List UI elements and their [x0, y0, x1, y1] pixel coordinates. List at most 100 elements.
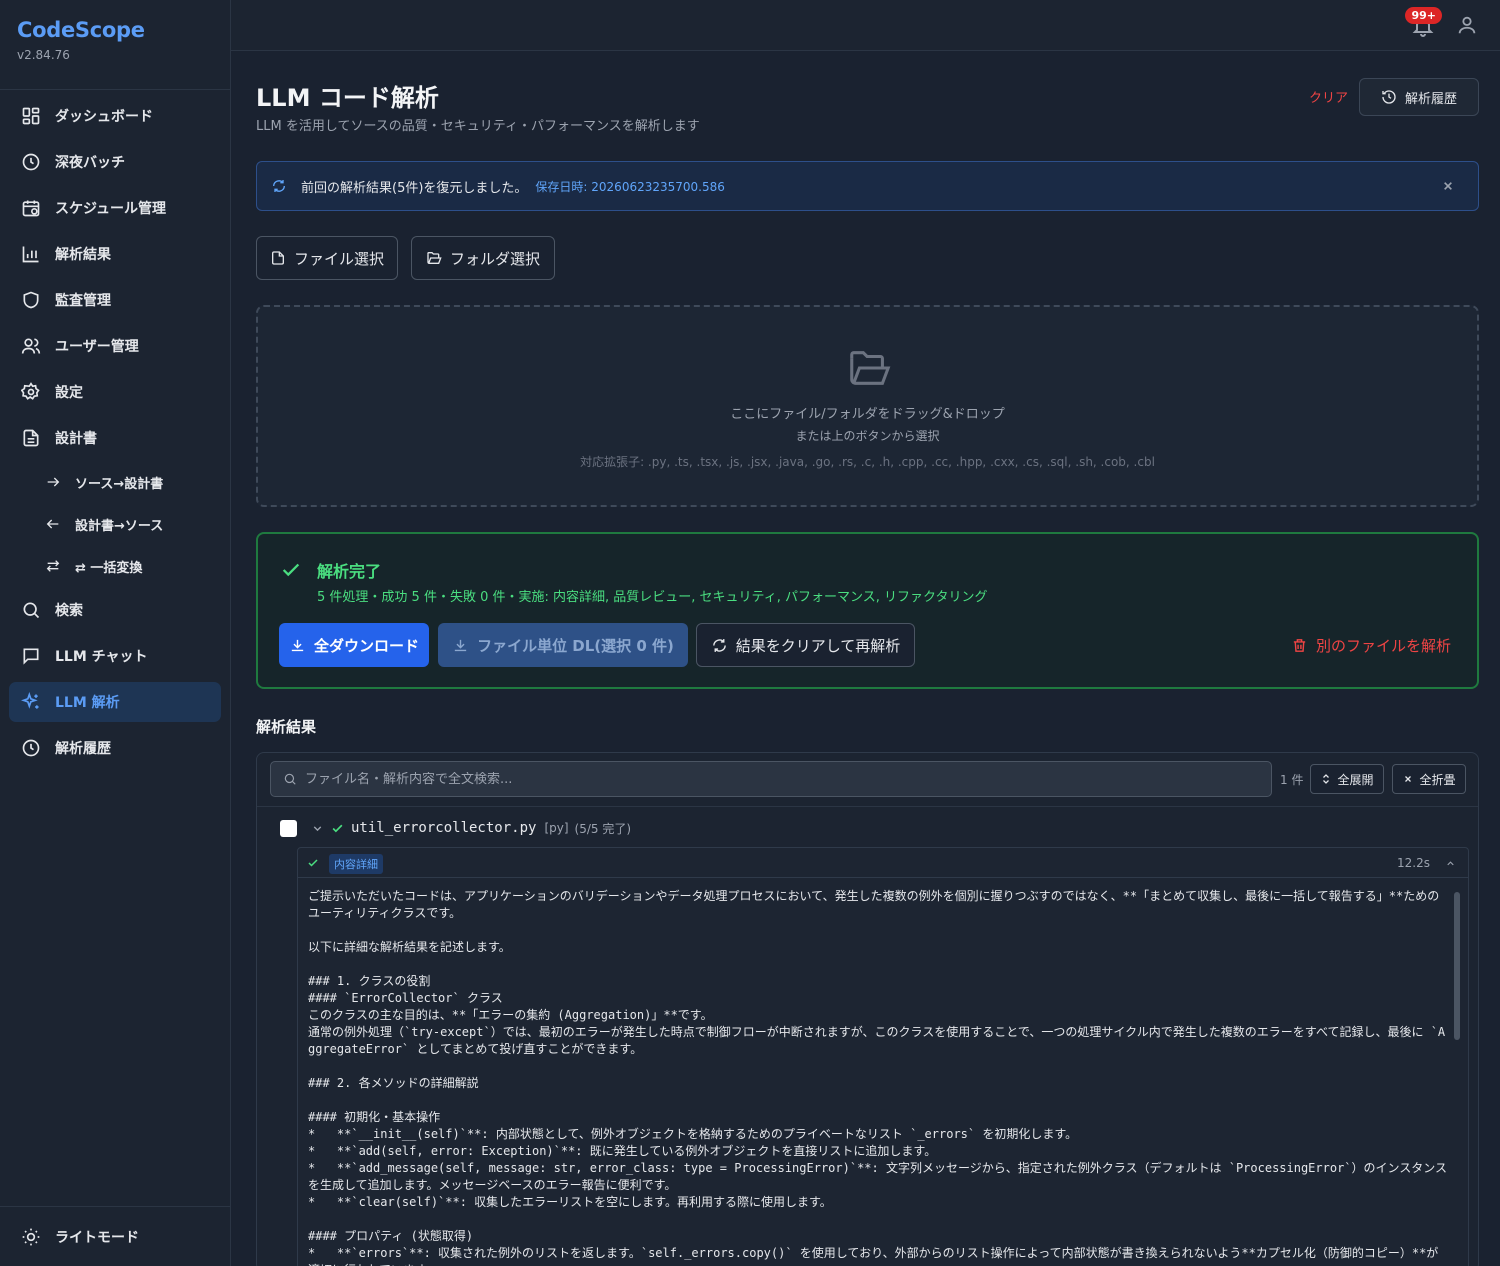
- scrollbar[interactable]: [1454, 892, 1460, 1040]
- results-heading: 解析結果: [256, 718, 317, 736]
- close-icon[interactable]: [1440, 178, 1456, 194]
- sidebar-item-label: LLM 解析: [55, 695, 120, 711]
- clock-icon: [21, 152, 41, 172]
- restore-banner: 前回の解析結果(5件)を復元しました。 保存日時: 20260623235700…: [256, 161, 1479, 211]
- sidebar-item-label: 設計書→ソース: [75, 518, 164, 534]
- folder-select-label: フォルダ選択: [449, 249, 540, 268]
- collapse-all-button[interactable]: 全折畳: [1392, 764, 1466, 794]
- sidebar-item-label: ソース→設計書: [75, 476, 164, 492]
- chevrons-vertical-icon: [1323, 774, 1330, 784]
- download-all-label: 全ダウンロード: [313, 636, 419, 655]
- panel-header[interactable]: 内容詳細 12.2s: [298, 848, 1468, 878]
- sidebar-item-bulk-convert[interactable]: ⇄ 一括変換: [9, 548, 221, 584]
- app-name[interactable]: CodeScope: [17, 18, 213, 42]
- app-version: v2.84.76: [17, 48, 70, 62]
- results-search-input[interactable]: [305, 771, 1205, 787]
- expand-all-button[interactable]: 全展開: [1310, 764, 1384, 794]
- download-icon: [454, 639, 467, 651]
- chevron-down-icon[interactable]: [311, 822, 324, 835]
- arrow-right-icon: [45, 474, 61, 490]
- check-icon: [282, 563, 300, 577]
- trash-icon: [1293, 638, 1306, 652]
- complete-summary: 5 件処理・成功 5 件・失敗 0 件・実施: 内容詳細, 品質レビュー, セキ…: [317, 590, 988, 605]
- analysis-history-button[interactable]: 解析履歴: [1359, 78, 1479, 116]
- elapsed-time: 12.2s: [1397, 856, 1430, 870]
- search-icon: [284, 773, 296, 785]
- brand: CodeScope v2.84.76: [0, 0, 230, 90]
- theme-toggle-label: ライトモード: [55, 1230, 139, 1246]
- sparkle-icon: [21, 692, 41, 712]
- folder-open-icon: [427, 252, 442, 264]
- sidebar-item-label: ⇄ 一括変換: [75, 560, 143, 576]
- bar-chart-icon: [21, 244, 41, 264]
- analysis-type-badge: 内容詳細: [329, 854, 383, 874]
- analysis-complete-panel: 解析完了 5 件処理・成功 5 件・失敗 0 件・実施: 内容詳細, 品質レビュ…: [256, 532, 1479, 689]
- sidebar-item-night-batch[interactable]: 深夜バッチ: [9, 142, 221, 182]
- top-bar: 99+: [231, 0, 1500, 51]
- complete-title: 解析完了: [317, 562, 382, 581]
- document-icon: [21, 428, 41, 448]
- sidebar-item-label: 深夜バッチ: [55, 155, 125, 171]
- sidebar-item-search[interactable]: 検索: [9, 590, 221, 630]
- dashboard-icon: [21, 106, 41, 126]
- sidebar-item-users[interactable]: ユーザー管理: [9, 326, 221, 366]
- sidebar-item-label: LLM チャット: [55, 649, 148, 665]
- download-per-file-button[interactable]: ファイル単位 DL(選択 0 件): [438, 623, 688, 667]
- collapse-all-label: 全折畳: [1419, 772, 1456, 787]
- download-all-button[interactable]: 全ダウンロード: [279, 623, 429, 667]
- sidebar-item-label: ダッシュボード: [55, 109, 153, 125]
- folder-select-button[interactable]: フォルダ選択: [411, 236, 555, 280]
- drop-zone-text: ここにファイル/フォルダをドラッグ&ドロップ: [730, 407, 1005, 422]
- clock-icon: [21, 738, 41, 758]
- sidebar-item-llm-analysis[interactable]: LLM 解析: [9, 682, 221, 722]
- file-checkbox[interactable]: [280, 819, 297, 837]
- file-select-button[interactable]: ファイル選択: [256, 236, 398, 280]
- page-title: LLM コード解析: [256, 84, 439, 112]
- user-icon[interactable]: [1456, 14, 1478, 36]
- sidebar-item-label: 設計書: [55, 431, 97, 447]
- sun-icon: [21, 1227, 41, 1247]
- refresh-icon: [273, 180, 285, 192]
- sidebar-item-schedule[interactable]: スケジュール管理: [9, 188, 221, 228]
- sidebar-item-history[interactable]: 解析履歴: [9, 728, 221, 768]
- sidebar-item-analysis-results[interactable]: 解析結果: [9, 234, 221, 274]
- sidebar-item-dashboard[interactable]: ダッシュボード: [9, 96, 221, 136]
- sidebar-item-label: 解析履歴: [55, 741, 111, 757]
- file-result-row[interactable]: util_errorcollector.py [py] (5/5 完了): [280, 817, 631, 839]
- analyze-other-button[interactable]: 別のファイルを解析: [1281, 623, 1451, 667]
- clear-reanalyze-label: 結果をクリアして再解析: [735, 636, 901, 655]
- sidebar-item-label: スケジュール管理: [55, 201, 167, 217]
- results-search[interactable]: [270, 761, 1272, 797]
- restore-message: 前回の解析結果(5件)を復元しました。: [301, 180, 528, 196]
- analyze-other-label: 別のファイルを解析: [1315, 636, 1451, 655]
- sidebar-item-audit[interactable]: 監査管理: [9, 280, 221, 320]
- sidebar-item-design-docs[interactable]: 設計書: [9, 418, 221, 458]
- chevron-up-icon[interactable]: [1445, 858, 1456, 869]
- folder-open-icon: [850, 351, 891, 385]
- sidebar: CodeScope v2.84.76 ダッシュボード 深夜バッチ スケジュール管…: [0, 0, 231, 1266]
- analysis-body: ご提示いただいたコードは、アプリケーションのバリデーションやデータ処理プロセスに…: [308, 889, 1448, 1266]
- sidebar-item-source-to-doc[interactable]: ソース→設計書: [9, 464, 221, 500]
- sidebar-item-settings[interactable]: 設定: [9, 372, 221, 412]
- sidebar-item-label: ユーザー管理: [55, 339, 139, 355]
- download-per-file-label: ファイル単位 DL(選択 0 件): [477, 636, 674, 655]
- refresh-icon: [712, 638, 726, 652]
- file-status: (5/5 完了): [574, 821, 632, 836]
- divider: [257, 806, 1478, 807]
- file-icon: [271, 251, 284, 265]
- sidebar-item-doc-to-source[interactable]: 設計書→ソース: [9, 506, 221, 542]
- clear-link[interactable]: クリア: [1309, 87, 1348, 106]
- sidebar-item-llm-chat[interactable]: LLM チャット: [9, 636, 221, 676]
- swap-icon: [45, 558, 61, 574]
- clear-reanalyze-button[interactable]: 結果をクリアして再解析: [696, 623, 915, 667]
- sidebar-item-label: 設定: [55, 385, 83, 401]
- drop-zone[interactable]: ここにファイル/フォルダをドラッグ&ドロップ または上のボタンから選択 対応拡張…: [256, 305, 1479, 507]
- page-subtitle: LLM を活用してソースの品質・セキュリティ・パフォーマンスを解析します: [256, 119, 700, 134]
- check-icon: [332, 824, 343, 832]
- shield-icon: [21, 290, 41, 310]
- results-toolbar: 1 件 全展開 全折畳: [270, 761, 1466, 797]
- results-panel: 1 件 全展開 全折畳 util_errorcollector.py [py] …: [256, 752, 1479, 1266]
- theme-toggle[interactable]: ライトモード: [9, 1217, 222, 1257]
- close-icon: [1405, 776, 1412, 782]
- expand-all-label: 全展開: [1337, 772, 1374, 787]
